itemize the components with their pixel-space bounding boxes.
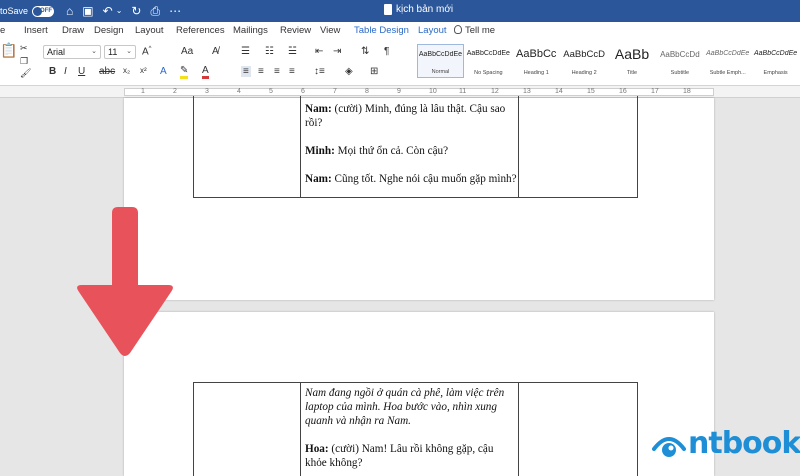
font-color-icon[interactable]: A [202, 66, 209, 79]
chevron-down-icon[interactable]: ⌄ [116, 6, 123, 19]
tab-view[interactable]: View [320, 25, 340, 36]
ribbon-tabs: e Insert Draw Design Layout References M… [0, 22, 800, 40]
styles-gallery: AaBbCcDdEe Normal AaBbCcDdEe No Spacing Aa… [417, 44, 800, 80]
table-column-divider [300, 383, 301, 476]
document-icon [384, 4, 392, 15]
dialogue-line: Nam: (cười) Minh, đúng là lâu thật. Cậu … [305, 103, 506, 129]
narration-paragraph: Nam đang ngồi ở quán cà phê, làm việc tr… [305, 387, 505, 427]
clear-format-icon[interactable]: A̸ [212, 46, 219, 57]
ribbon: 📋 ✂ ❐ 🖌 Arial ⌄ 11 ⌄ A^ Aa A̸ B I U abc x₂… [0, 40, 800, 86]
dialogue-line: Minh: Mọi thứ ổn cả. Còn cậu? [305, 145, 449, 157]
table-column-divider [300, 96, 301, 197]
highlight-icon[interactable]: ✎ [180, 66, 189, 79]
align-center-icon[interactable]: ≡ [258, 66, 264, 77]
paste-icon[interactable]: 📋 [0, 42, 17, 59]
italic-button[interactable]: I [64, 66, 67, 77]
undo-icon[interactable]: ↶ [103, 4, 113, 19]
document-title: kịch bản mới [384, 4, 453, 15]
tab-design[interactable]: Design [94, 25, 124, 36]
superscript-button[interactable]: x² [140, 66, 147, 75]
autosave-toggle[interactable]: OFF [32, 5, 55, 17]
strikethrough-button[interactable]: abc [99, 66, 115, 77]
style-no-spacing[interactable]: AaBbCcDdEe No Spacing [465, 44, 512, 78]
document-page-2[interactable]: Nam đang ngồi ở quán cà phê, làm việc tr… [124, 312, 714, 476]
ruler-track[interactable]: 1 2 3 4 5 6 7 8 9 10 11 12 13 14 15 16 1… [124, 88, 714, 96]
print-icon[interactable]: ⎙ [150, 4, 160, 19]
tab-layout[interactable]: Layout [135, 25, 164, 36]
style-subtle-emphasis[interactable]: AaBbCcDdEe Subtle Emph... [704, 44, 751, 78]
style-heading-1[interactable]: AaBbCc Heading 1 [513, 44, 560, 78]
shading-icon[interactable]: ◈ [345, 66, 353, 77]
dialogue-line: Hoa: (cười) Nam! Lâu rồi không gặp, cậu … [305, 443, 494, 469]
table-column-divider [518, 383, 519, 476]
home-icon[interactable]: ⌂ [66, 4, 73, 19]
text-effects-icon[interactable]: A [160, 66, 167, 77]
tell-me[interactable]: Tell me [454, 25, 495, 36]
tab-review[interactable]: Review [280, 25, 311, 36]
align-left-icon[interactable]: ≡ [241, 66, 251, 77]
cut-icon[interactable]: ✂ [20, 43, 28, 54]
style-normal[interactable]: AaBbCcDdEe Normal [417, 44, 464, 78]
style-subtitle[interactable]: AaBbCcDd Subtitle [656, 44, 703, 78]
tab-insert[interactable]: Insert [24, 25, 48, 36]
tab-references[interactable]: References [176, 25, 225, 36]
font-size-select[interactable]: 11 ⌄ [104, 45, 136, 59]
style-heading-2[interactable]: AaBbCcD Heading 2 [561, 44, 608, 78]
justify-icon[interactable]: ≡ [289, 66, 295, 77]
redo-icon[interactable]: ↻ [131, 4, 141, 19]
logo-text: ntbook [688, 426, 800, 461]
bullets-icon[interactable]: ☰ [241, 46, 250, 57]
dialogue-line: Nam: Cũng tốt. Nghe nói cậu muốn gặp mìn… [305, 173, 517, 185]
watermark-logo: ntbook [652, 426, 800, 461]
save-icon[interactable]: ▣ [82, 4, 93, 19]
title-bar: toSave OFF ⌂ ▣ ↶ ⌄ ↻ ⎙ ⋯ kịch bản mới [0, 0, 800, 22]
sort-icon[interactable]: ⇅ [361, 46, 369, 57]
bold-button[interactable]: B [49, 66, 56, 77]
borders-icon[interactable]: ⊞ [370, 66, 378, 77]
subscript-button[interactable]: x₂ [123, 66, 130, 75]
style-title[interactable]: AaBb Title [609, 44, 656, 78]
tab-home[interactable]: e [0, 25, 5, 36]
table-cell-dialogue[interactable]: Nam đang ngồi ở quán cà phê, làm việc tr… [305, 386, 517, 476]
line-spacing-icon[interactable]: ↕≡ [314, 66, 325, 77]
table-cell-dialogue[interactable]: Nam: (cười) Minh, đúng là lâu thật. Cậu … [305, 102, 517, 200]
lightbulb-icon [454, 25, 462, 34]
down-arrow-icon [77, 207, 173, 356]
tab-draw[interactable]: Draw [62, 25, 84, 36]
format-painter-icon[interactable]: 🖌 [20, 68, 31, 79]
decrease-indent-icon[interactable]: ⇤ [315, 46, 323, 57]
multilevel-list-icon[interactable]: ☱ [288, 46, 297, 57]
document-page-1[interactable]: Nam: (cười) Minh, đúng là lâu thật. Cậu … [124, 96, 714, 300]
increase-font-icon[interactable]: A^ [142, 46, 152, 57]
tab-table-design[interactable]: Table Design [354, 25, 409, 36]
tab-mailings[interactable]: Mailings [233, 25, 268, 36]
eye-logo-icon [652, 436, 686, 457]
font-name-select[interactable]: Arial ⌄ [43, 45, 101, 59]
change-case-icon[interactable]: Aa [181, 46, 193, 57]
pilcrow-icon[interactable]: ¶ [384, 46, 389, 57]
table-column-divider [518, 96, 519, 197]
underline-button[interactable]: U [78, 66, 85, 77]
style-emphasis[interactable]: AaBbCcDdEe Emphasis [752, 44, 799, 78]
tab-table-layout[interactable]: Layout [418, 25, 447, 36]
autosave-label: toSave [0, 6, 29, 16]
numbering-icon[interactable]: ☷ [265, 46, 274, 57]
more-icon[interactable]: ⋯ [169, 4, 181, 19]
increase-indent-icon[interactable]: ⇥ [333, 46, 341, 57]
copy-icon[interactable]: ❐ [20, 56, 28, 67]
align-right-icon[interactable]: ≡ [274, 66, 280, 77]
chevron-down-icon: ⌄ [91, 48, 97, 55]
chevron-down-icon: ⌄ [126, 48, 132, 55]
